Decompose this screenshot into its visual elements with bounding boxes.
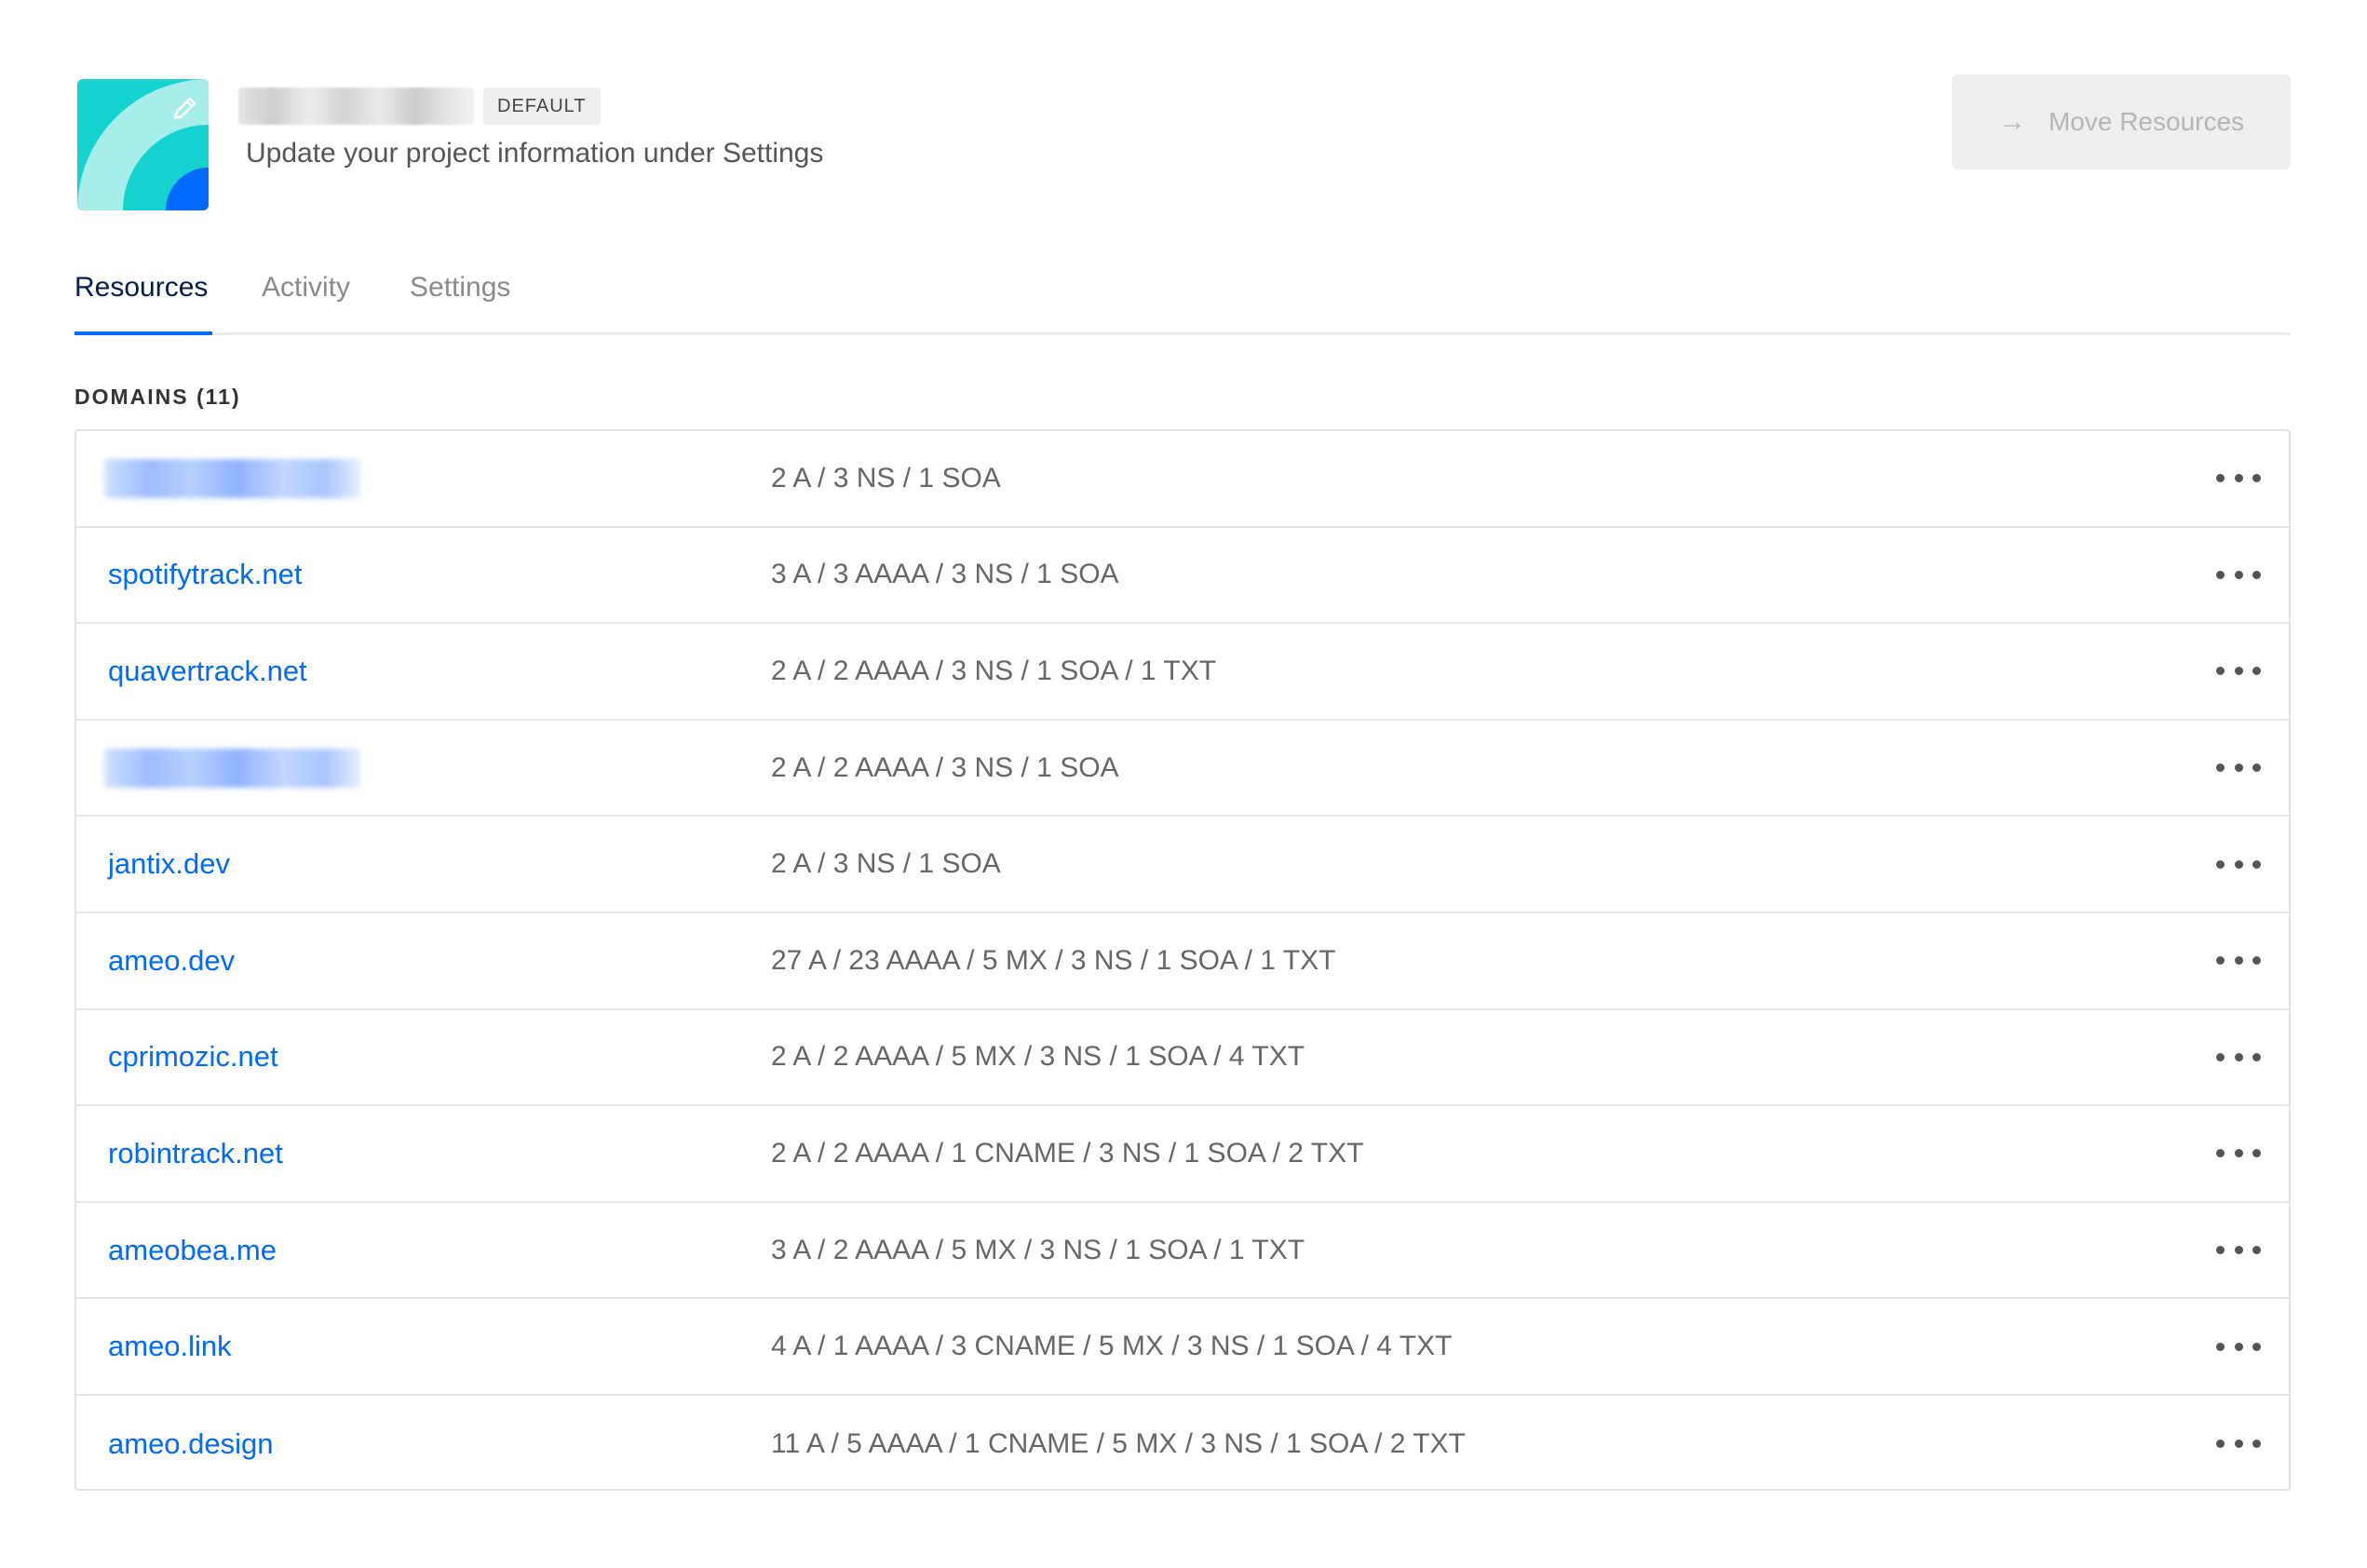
domain-records-summary: 2 A / 2 AAAA / 3 NS / 1 SOA / 1 TXT — [771, 655, 1217, 686]
domain-records-summary: 2 A / 3 NS / 1 SOA — [771, 462, 1001, 493]
more-horizontal-icon[interactable] — [2216, 1332, 2261, 1360]
domain-records-summary: 4 A / 1 AAAA / 3 CNAME / 5 MX / 3 NS / 1… — [771, 1331, 1453, 1362]
domain-name-link[interactable]: robintrack.net — [108, 1137, 283, 1170]
domain-name-link[interactable]: cprimozic.net — [108, 1040, 278, 1074]
domain-row: ameobea.me 3 A / 2 AAAA / 5 MX / 3 NS / 1… — [76, 1203, 2289, 1300]
project-name-row: DEFAULT — [238, 88, 601, 125]
domain-records-summary: 2 A / 2 AAAA / 3 NS / 1 SOA — [771, 751, 1119, 783]
project-tabs: Resources Activity Settings — [74, 261, 2291, 335]
domain-records-summary: 3 A / 3 AAAA / 3 NS / 1 SOA — [771, 559, 1119, 590]
domain-name-link[interactable]: ameo.design — [108, 1427, 274, 1461]
more-horizontal-icon[interactable] — [2216, 1237, 2261, 1264]
more-horizontal-icon[interactable] — [2216, 947, 2261, 975]
domain-row: quavertrack.net 2 A / 2 AAAA / 3 NS / 1 S… — [76, 624, 2289, 721]
domain-name-link[interactable]: ameo.dev — [108, 944, 235, 978]
more-horizontal-icon[interactable] — [2216, 561, 2261, 588]
tab-settings[interactable]: Settings — [410, 272, 510, 304]
domain-name-link[interactable]: jantix.dev — [108, 847, 230, 881]
domain-records-summary: 11 A / 5 AAAA / 1 CNAME / 5 MX / 3 NS / … — [771, 1427, 1466, 1459]
domain-row: 2 A / 2 AAAA / 3 NS / 1 SOA — [76, 721, 2289, 818]
project-subtitle: Update your project information under Se… — [246, 138, 824, 169]
project-page: DEFAULT Update your project information … — [0, 0, 2367, 1568]
domain-records-summary: 3 A / 2 AAAA / 5 MX / 3 NS / 1 SOA / 1 T… — [771, 1234, 1305, 1265]
domains-table: 2 A / 3 NS / 1 SOA spotifytrack.net 3 A / … — [74, 429, 2291, 1491]
domain-records-summary: 27 A / 23 AAAA / 5 MX / 3 NS / 1 SOA / 1… — [771, 944, 1336, 976]
more-horizontal-icon[interactable] — [2216, 850, 2261, 878]
domain-row: ameo.link 4 A / 1 AAAA / 3 CNAME / 5 MX /… — [76, 1299, 2289, 1396]
move-resources-label: Move Resources — [2048, 107, 2245, 136]
domain-row: cprimozic.net 2 A / 2 AAAA / 5 MX / 3 NS … — [76, 1010, 2289, 1107]
more-horizontal-icon[interactable] — [2216, 1140, 2261, 1168]
domain-name-link[interactable] — [104, 748, 360, 788]
more-horizontal-icon[interactable] — [2216, 465, 2261, 493]
domain-row: robintrack.net 2 A / 2 AAAA / 1 CNAME / 3… — [76, 1106, 2289, 1203]
domain-row: ameo.design 11 A / 5 AAAA / 1 CNAME / 5 M… — [76, 1396, 2289, 1493]
tab-activity[interactable]: Activity — [262, 272, 350, 304]
tab-resources[interactable]: Resources — [74, 272, 208, 304]
domain-name-link[interactable]: ameo.link — [108, 1330, 232, 1363]
domain-records-summary: 2 A / 2 AAAA / 1 CNAME / 3 NS / 1 SOA / … — [771, 1137, 1364, 1169]
project-logo[interactable] — [77, 79, 209, 210]
domain-row: 2 A / 3 NS / 1 SOA — [76, 431, 2289, 528]
more-horizontal-icon[interactable] — [2216, 1430, 2261, 1458]
move-resources-button[interactable]: → Move Resources — [1952, 74, 2291, 169]
domain-name-link[interactable]: spotifytrack.net — [108, 558, 302, 591]
pencil-icon[interactable] — [166, 90, 203, 128]
domain-records-summary: 2 A / 3 NS / 1 SOA — [771, 848, 1001, 880]
domain-records-summary: 2 A / 2 AAAA / 5 MX / 3 NS / 1 SOA / 4 T… — [771, 1041, 1305, 1073]
domain-row: jantix.dev 2 A / 3 NS / 1 SOA — [76, 817, 2289, 913]
domain-name-link[interactable] — [104, 458, 360, 498]
domain-name-link[interactable]: quavertrack.net — [108, 655, 307, 688]
domain-name-link[interactable]: ameobea.me — [108, 1234, 277, 1267]
domain-row: ameo.dev 27 A / 23 AAAA / 5 MX / 3 NS / 1… — [76, 913, 2289, 1010]
domains-section-title: DOMAINS (11) — [74, 385, 241, 409]
default-badge: DEFAULT — [483, 88, 601, 125]
arrow-right-icon: → — [1997, 106, 2026, 137]
more-horizontal-icon[interactable] — [2216, 754, 2261, 782]
domain-row: spotifytrack.net 3 A / 3 AAAA / 3 NS / 1 … — [76, 528, 2289, 625]
more-horizontal-icon[interactable] — [2216, 657, 2261, 685]
project-name[interactable] — [238, 88, 474, 125]
active-tab-indicator — [74, 331, 212, 335]
project-header: DEFAULT Update your project information … — [74, 74, 2291, 214]
more-horizontal-icon[interactable] — [2216, 1043, 2261, 1071]
